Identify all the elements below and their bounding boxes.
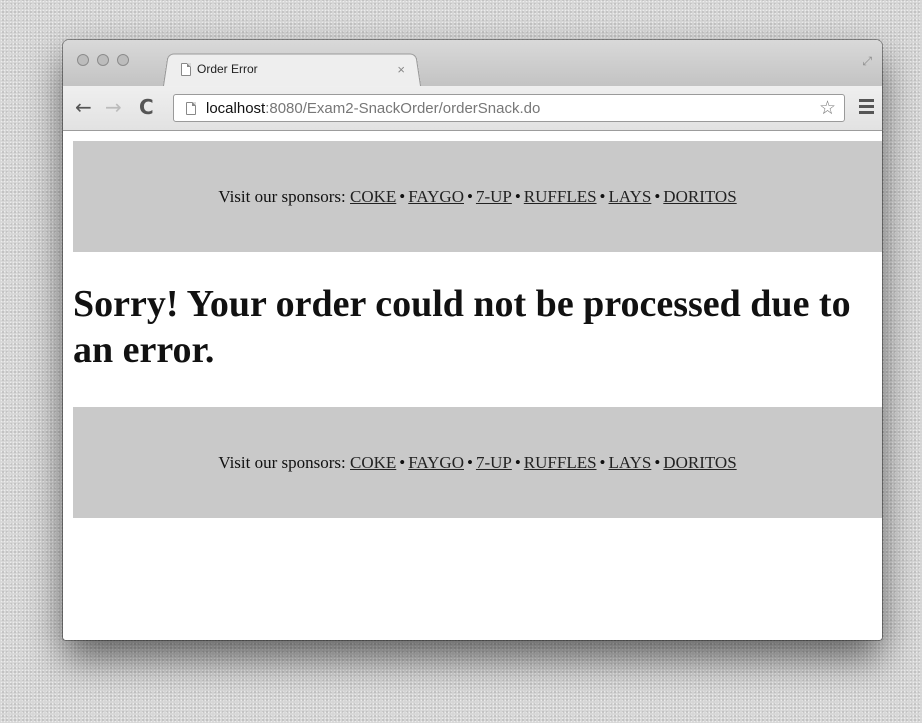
sponsor-link-7up[interactable]: 7-UP: [476, 187, 512, 206]
sponsor-bar-bottom: Visit our sponsors: COKE • FAYGO • 7-UP • RUFF…: [73, 407, 882, 518]
page-content: Visit our sponsors: COKE • FAYGO • 7-UP • RUFF…: [63, 131, 882, 640]
separator: •: [399, 452, 406, 472]
error-heading: Sorry! Your order could not be processed…: [73, 283, 851, 371]
browser-window: Order Error × ⤢ ← → C localhost:8080/Exa…: [63, 40, 882, 640]
sponsor-link-coke[interactable]: COKE: [350, 187, 396, 206]
separator: •: [654, 452, 661, 472]
sponsor-bar-top: Visit our sponsors: COKE • FAYGO • 7-UP • RUFF…: [73, 141, 882, 252]
separator: •: [599, 186, 606, 206]
separator: •: [514, 186, 521, 206]
sponsor-link-doritos[interactable]: DORITOS: [663, 453, 736, 472]
sponsor-link-faygo[interactable]: FAYGO: [408, 187, 464, 206]
sponsor-line: Visit our sponsors: COKE • FAYGO • 7-UP • RUFF…: [218, 187, 736, 207]
address-bar[interactable]: localhost:8080/Exam2-SnackOrder/orderSna…: [173, 94, 845, 122]
separator: •: [466, 186, 473, 206]
separator: •: [654, 186, 661, 206]
title-bar: Order Error × ⤢: [63, 40, 882, 86]
zoom-window-button[interactable]: [117, 54, 129, 66]
sponsor-label: Visit our sponsors:: [218, 186, 346, 206]
tab-close-icon[interactable]: ×: [397, 62, 405, 77]
separator: •: [514, 452, 521, 472]
toolbar: ← → C localhost:8080/Exam2-SnackOrder/or…: [63, 86, 882, 131]
close-window-button[interactable]: [77, 54, 89, 66]
sponsor-link-ruffles[interactable]: RUFFLES: [524, 453, 597, 472]
url-host: localhost: [206, 99, 266, 117]
url-path: :8080/Exam2-SnackOrder/orderSnack.do: [265, 99, 541, 117]
sponsor-link-7up[interactable]: 7-UP: [476, 453, 512, 472]
sponsor-label: Visit our sponsors:: [218, 452, 346, 472]
sponsor-link-lays[interactable]: LAYS: [609, 453, 652, 472]
document-icon: [181, 62, 191, 76]
minimize-window-button[interactable]: [97, 54, 109, 66]
tab-title: Order Error: [197, 62, 258, 76]
separator: •: [599, 452, 606, 472]
separator: •: [466, 452, 473, 472]
bookmark-star-icon[interactable]: ☆: [819, 97, 836, 120]
page-info-icon[interactable]: [186, 101, 196, 115]
sponsor-link-lays[interactable]: LAYS: [609, 187, 652, 206]
tab-content: Order Error ×: [181, 59, 411, 79]
sponsor-link-ruffles[interactable]: RUFFLES: [524, 187, 597, 206]
sponsor-line: Visit our sponsors: COKE • FAYGO • 7-UP • RUFF…: [218, 453, 736, 473]
sponsor-link-doritos[interactable]: DORITOS: [663, 187, 736, 206]
sponsor-link-coke[interactable]: COKE: [350, 453, 396, 472]
separator: •: [399, 186, 406, 206]
sponsor-link-faygo[interactable]: FAYGO: [408, 453, 464, 472]
fullscreen-icon[interactable]: ⤢: [862, 54, 872, 69]
reload-icon[interactable]: C: [139, 96, 154, 118]
hamburger-menu-icon[interactable]: [859, 99, 874, 114]
forward-arrow-icon[interactable]: →: [105, 96, 122, 118]
back-arrow-icon[interactable]: ←: [75, 96, 92, 118]
